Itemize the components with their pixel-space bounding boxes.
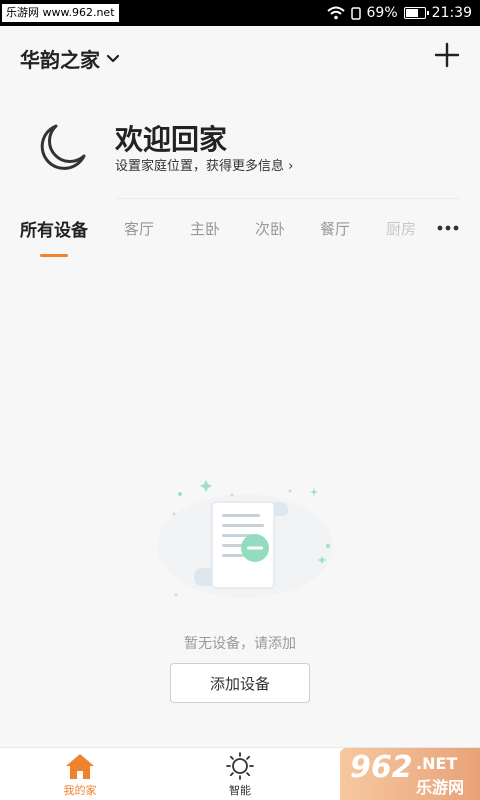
tab-all-devices[interactable]: 所有设备: [20, 216, 88, 241]
tab-dining-room[interactable]: 餐厅: [320, 218, 350, 239]
logo-site-name: 乐游网: [416, 778, 465, 797]
tab-living-room[interactable]: 客厅: [124, 218, 154, 239]
nav-my-home[interactable]: 我的家: [40, 752, 120, 798]
logo-suffix: .NET: [416, 754, 458, 773]
welcome-section: 欢迎回家 设置家庭位置，获得更多信息 ›: [0, 112, 480, 192]
home-name: 华韵之家: [20, 48, 100, 72]
home-icon: [66, 754, 94, 779]
nav-smart[interactable]: 智能: [200, 752, 280, 798]
battery-percent: 69%: [366, 5, 398, 21]
tab-second-bedroom[interactable]: 次卧: [255, 218, 285, 239]
nav-label-my-home: 我的家: [63, 784, 97, 797]
clock: 21:39: [431, 5, 472, 21]
more-icon[interactable]: [436, 218, 460, 238]
empty-document-illustration: [157, 480, 333, 598]
add-device-button[interactable]: 添加设备: [170, 663, 310, 703]
set-location-link[interactable]: 设置家庭位置，获得更多信息 ›: [115, 155, 293, 174]
sun-icon: [226, 752, 254, 780]
empty-state-message: 暂无设备，请添加: [184, 636, 296, 652]
moon-icon: [40, 124, 86, 170]
divider: [115, 198, 460, 199]
battery-icon: [403, 7, 429, 19]
watermark-text: 乐游网 www.962.net: [2, 4, 119, 22]
status-bar: 乐游网 www.962.net 69% 21:39: [0, 0, 480, 26]
welcome-title: 欢迎回家: [115, 123, 228, 156]
chevron-down-icon: [106, 54, 120, 62]
logo-number: 962: [350, 750, 413, 785]
top-bar: 华韵之家: [0, 26, 480, 90]
sim-icon: [350, 6, 361, 20]
wifi-icon: [326, 6, 345, 20]
tab-master-bedroom[interactable]: 主卧: [190, 218, 220, 239]
tab-kitchen[interactable]: 厨房: [386, 218, 416, 239]
status-icons: 69% 21:39: [326, 0, 472, 26]
home-switcher[interactable]: 华韵之家: [20, 44, 120, 73]
room-tabs: 所有设备 客厅 主卧 次卧 餐厅 厨房: [0, 210, 480, 260]
plus-icon[interactable]: [434, 42, 460, 68]
site-logo-watermark: 962 .NET 乐游网: [340, 748, 480, 800]
active-tab-indicator: [40, 254, 68, 257]
nav-label-smart: 智能: [229, 784, 251, 797]
